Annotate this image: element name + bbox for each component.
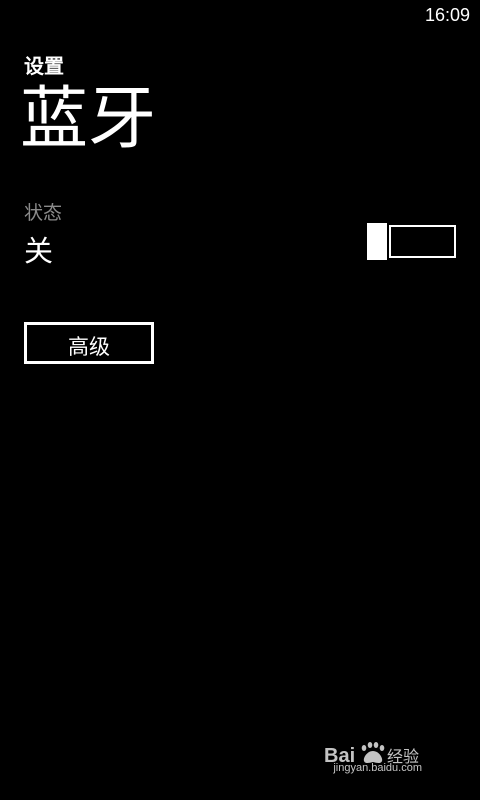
status-bar-clock: 16:09 bbox=[424, 5, 470, 25]
bluetooth-state-label: 状态 bbox=[24, 202, 63, 224]
bluetooth-toggle-switch[interactable] bbox=[367, 223, 456, 260]
watermark-url: jingyan.baidu.com bbox=[333, 762, 422, 774]
toggle-track bbox=[389, 225, 456, 258]
app-title: 设置 bbox=[24, 54, 64, 78]
status-bar: 16:09 bbox=[0, 0, 480, 32]
toggle-thumb[interactable] bbox=[367, 223, 387, 260]
page-title: 蓝牙 bbox=[20, 80, 157, 159]
advanced-button[interactable]: 高级 bbox=[24, 322, 154, 364]
baidu-jingyan-watermark: Bai 经验 jingyan.baidu.com bbox=[324, 738, 452, 780]
bluetooth-state-value: 关 bbox=[24, 234, 54, 268]
